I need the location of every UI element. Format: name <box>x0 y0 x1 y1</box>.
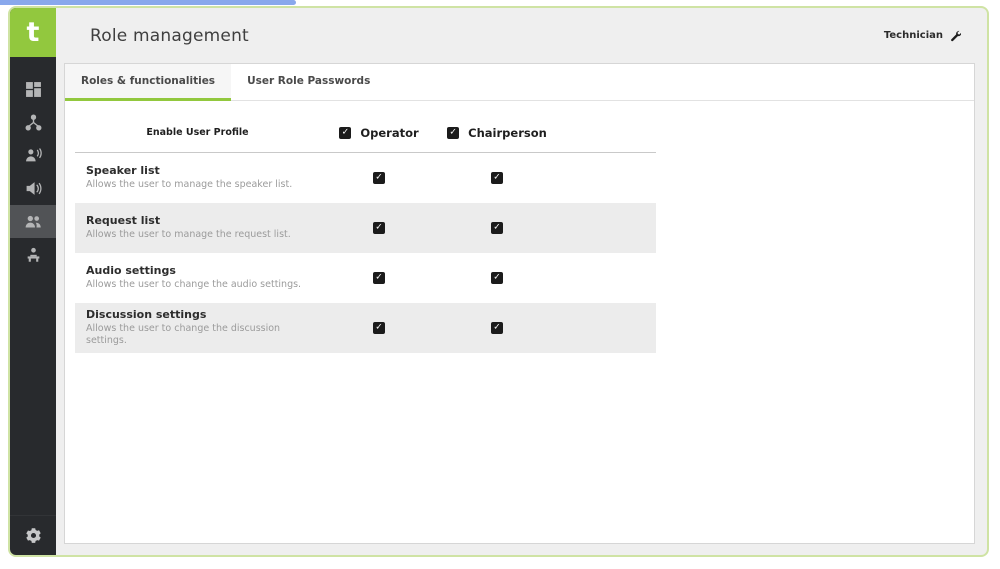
sidebar-item-booth[interactable] <box>10 238 56 271</box>
table-row: Audio settings Allows the user to change… <box>75 253 656 303</box>
chairperson-checkbox[interactable] <box>491 322 503 334</box>
operator-checkbox[interactable] <box>373 172 385 184</box>
tab-roles-functionalities[interactable]: Roles & functionalities <box>65 64 231 101</box>
gear-icon[interactable] <box>25 527 42 544</box>
chairperson-checkbox[interactable] <box>491 172 503 184</box>
sidebar-item-delegates[interactable] <box>10 139 56 172</box>
chairperson-checkbox[interactable] <box>491 272 503 284</box>
table-header-row: Enable User Profile Operator Chairperson <box>75 113 656 153</box>
sidebar-nav <box>10 73 56 271</box>
desk-icon <box>25 246 42 263</box>
user-role-menu[interactable]: Technician <box>884 30 961 42</box>
tab-bar: Roles & functionalities User Role Passwo… <box>65 64 974 101</box>
dashboard-icon <box>25 81 42 98</box>
app-window: t Role management Technician Roles & fun… <box>8 6 989 557</box>
main-area: Role management Technician Roles & funct… <box>56 8 987 555</box>
people-icon <box>25 213 42 230</box>
table-row: Request list Allows the user to manage t… <box>75 203 656 253</box>
wrench-icon <box>949 30 961 42</box>
row-description: Allows the user to manage the speaker li… <box>86 179 320 191</box>
app-logo: t <box>10 8 56 57</box>
speaking-person-icon <box>25 147 42 164</box>
row-title: Speaker list <box>86 164 320 179</box>
row-title: Discussion settings <box>86 308 320 323</box>
sidebar-item-role-management[interactable] <box>10 205 56 238</box>
table-body: Speaker list Allows the user to manage t… <box>75 153 656 353</box>
row-description: Allows the user to manage the request li… <box>86 229 320 241</box>
roles-table: Enable User Profile Operator Chairperson… <box>75 113 656 353</box>
sidebar-item-topology[interactable] <box>10 106 56 139</box>
row-title: Request list <box>86 214 320 229</box>
sidebar-item-audio[interactable] <box>10 172 56 205</box>
user-role-label: Technician <box>884 30 943 41</box>
tab-label: User Role Passwords <box>247 75 370 87</box>
page-title: Role management <box>90 26 249 46</box>
page-header: Role management Technician <box>56 8 987 63</box>
table-row: Speaker list Allows the user to manage t… <box>75 153 656 203</box>
browser-tab-strip <box>0 0 296 5</box>
operator-enable-checkbox[interactable] <box>339 127 351 139</box>
row-description: Allows the user to change the discussion… <box>86 323 320 348</box>
column-header-chairperson: Chairperson <box>438 126 556 140</box>
tab-user-role-passwords[interactable]: User Role Passwords <box>231 64 386 101</box>
sidebar-item-dashboard[interactable] <box>10 73 56 106</box>
row-description: Allows the user to change the audio sett… <box>86 279 320 291</box>
column-label: Chairperson <box>468 126 547 140</box>
operator-checkbox[interactable] <box>373 322 385 334</box>
column-label: Operator <box>360 126 418 140</box>
column-header-operator: Operator <box>320 126 438 140</box>
tab-content: Enable User Profile Operator Chairperson… <box>65 101 974 353</box>
content-panel: Roles & functionalities User Role Passwo… <box>64 63 975 544</box>
chairperson-checkbox[interactable] <box>491 222 503 234</box>
enable-user-profile-label: Enable User Profile <box>75 127 320 138</box>
speaker-icon <box>25 180 42 197</box>
operator-checkbox[interactable] <box>373 272 385 284</box>
sidebar: t <box>10 8 56 555</box>
row-title: Audio settings <box>86 264 320 279</box>
tab-label: Roles & functionalities <box>81 75 215 87</box>
chairperson-enable-checkbox[interactable] <box>447 127 459 139</box>
operator-checkbox[interactable] <box>373 222 385 234</box>
sidebar-settings[interactable] <box>10 515 56 555</box>
table-row: Discussion settings Allows the user to c… <box>75 303 656 353</box>
hierarchy-icon <box>25 114 42 131</box>
